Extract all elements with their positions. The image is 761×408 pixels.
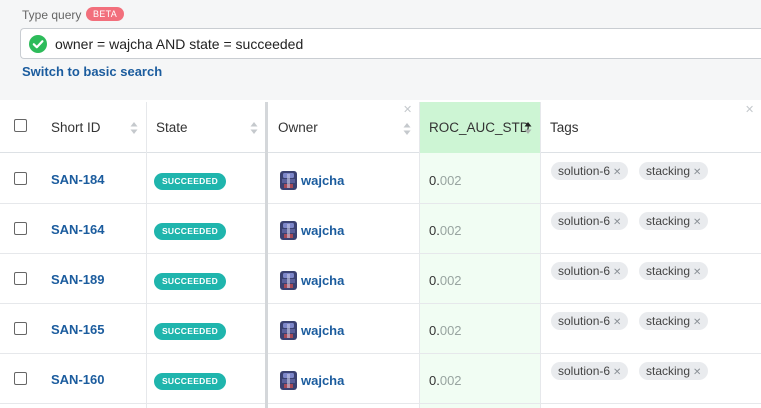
close-icon[interactable]: ✕ — [693, 367, 701, 378]
close-icon[interactable]: ✕ — [613, 267, 621, 278]
header-roc-auc-std[interactable]: ROC_AUC_STD — [419, 102, 540, 153]
column-divider-frozen[interactable] — [265, 102, 268, 408]
tag-chip: stacking ✕ — [639, 212, 709, 230]
row-checkbox[interactable] — [14, 172, 27, 185]
check-circle-icon — [29, 35, 47, 53]
close-icon[interactable]: ✕ — [613, 217, 621, 228]
column-divider — [419, 102, 420, 408]
tag-chip: stacking ✕ — [639, 262, 709, 280]
header-state[interactable]: State — [146, 102, 266, 153]
user-avatar-icon — [280, 321, 297, 340]
table-row[interactable]: SAN-184 SUCCEEDED wajcha 0.002 solution-… — [0, 154, 761, 204]
state-badge: SUCCEEDED — [154, 323, 226, 340]
table-header: Short ID State Owner ✕ ROC_AUC_STD Tags … — [0, 102, 761, 153]
short-id-link[interactable]: SAN-160 — [51, 372, 104, 387]
table-row[interactable]: SAN-160 SUCCEEDED wajcha 0.002 solution-… — [0, 354, 761, 404]
beta-badge: BETA — [86, 7, 125, 21]
roc-value: 0.002 — [429, 323, 462, 338]
owner-link[interactable]: wajcha — [301, 323, 344, 338]
close-icon[interactable]: ✕ — [613, 317, 621, 328]
owner-link[interactable]: wajcha — [301, 373, 344, 388]
sort-icon[interactable] — [130, 121, 138, 135]
header-select-all — [0, 102, 40, 153]
tag-chip: solution-6 ✕ — [551, 312, 629, 330]
query-label: Type query — [22, 8, 82, 22]
close-icon[interactable]: ✕ — [613, 367, 621, 378]
roc-value: 0.002 — [429, 223, 462, 238]
header-short-id-label: Short ID — [51, 120, 101, 135]
row-checkbox[interactable] — [14, 272, 27, 285]
tag-chip: solution-6 ✕ — [551, 162, 629, 180]
roc-value: 0.002 — [429, 173, 462, 188]
header-owner-label: Owner — [278, 120, 318, 135]
select-all-checkbox[interactable] — [14, 119, 27, 132]
query-panel: Type query BETA owner = wajcha AND state… — [0, 0, 761, 100]
state-badge: SUCCEEDED — [154, 273, 226, 290]
state-badge: SUCCEEDED — [154, 173, 226, 190]
tag-chip: solution-6 ✕ — [551, 262, 629, 280]
tag-chip: solution-6 ✕ — [551, 212, 629, 230]
header-roc-label: ROC_AUC_STD — [429, 120, 530, 135]
owner-link[interactable]: wajcha — [301, 223, 344, 238]
roc-value: 0.002 — [429, 273, 462, 288]
header-state-label: State — [156, 120, 188, 135]
table-row[interactable]: SAN-165 SUCCEEDED wajcha 0.002 solution-… — [0, 304, 761, 354]
close-icon[interactable]: ✕ — [693, 217, 701, 228]
table-row[interactable]: SAN-164 SUCCEEDED wajcha 0.002 solution-… — [0, 204, 761, 254]
user-avatar-icon — [280, 371, 297, 390]
switch-to-basic-search-link[interactable]: Switch to basic search — [22, 64, 162, 79]
short-id-link[interactable]: SAN-189 — [51, 272, 104, 287]
row-checkbox[interactable] — [14, 222, 27, 235]
owner-link[interactable]: wajcha — [301, 173, 344, 188]
tag-chip: stacking ✕ — [639, 362, 709, 380]
close-icon[interactable]: ✕ — [693, 267, 701, 278]
close-icon[interactable]: ✕ — [745, 105, 754, 116]
state-badge: SUCCEEDED — [154, 373, 226, 390]
close-icon[interactable]: ✕ — [693, 317, 701, 328]
header-short-id[interactable]: Short ID — [40, 102, 146, 153]
close-icon[interactable]: ✕ — [693, 167, 701, 178]
column-divider — [146, 102, 147, 408]
runs-table: Short ID State Owner ✕ ROC_AUC_STD Tags … — [0, 102, 761, 408]
roc-value: 0.002 — [429, 373, 462, 388]
header-owner[interactable]: Owner ✕ — [268, 102, 419, 153]
close-icon[interactable]: ✕ — [403, 105, 412, 116]
table-row[interactable]: SAN-189 SUCCEEDED wajcha 0.002 solution-… — [0, 254, 761, 304]
query-text[interactable]: owner = wajcha AND state = succeeded — [55, 36, 303, 52]
header-tags-label: Tags — [550, 120, 579, 135]
sort-icon[interactable] — [403, 122, 411, 136]
query-input[interactable]: owner = wajcha AND state = succeeded — [20, 28, 761, 59]
tag-chip: stacking ✕ — [639, 162, 709, 180]
short-id-link[interactable]: SAN-184 — [51, 172, 104, 187]
tag-chip: stacking ✕ — [639, 312, 709, 330]
row-checkbox[interactable] — [14, 322, 27, 335]
close-icon[interactable]: ✕ — [613, 167, 621, 178]
state-badge: SUCCEEDED — [154, 223, 226, 240]
row-checkbox[interactable] — [14, 372, 27, 385]
sort-icon[interactable] — [250, 121, 258, 135]
user-avatar-icon — [280, 171, 297, 190]
sort-ascending-icon[interactable] — [524, 121, 532, 135]
tag-chip: solution-6 ✕ — [551, 362, 629, 380]
header-tags[interactable]: Tags ✕ — [540, 102, 761, 153]
short-id-link[interactable]: SAN-165 — [51, 322, 104, 337]
owner-link[interactable]: wajcha — [301, 273, 344, 288]
column-divider — [540, 102, 541, 408]
user-avatar-icon — [280, 221, 297, 240]
short-id-link[interactable]: SAN-164 — [51, 222, 104, 237]
user-avatar-icon — [280, 271, 297, 290]
